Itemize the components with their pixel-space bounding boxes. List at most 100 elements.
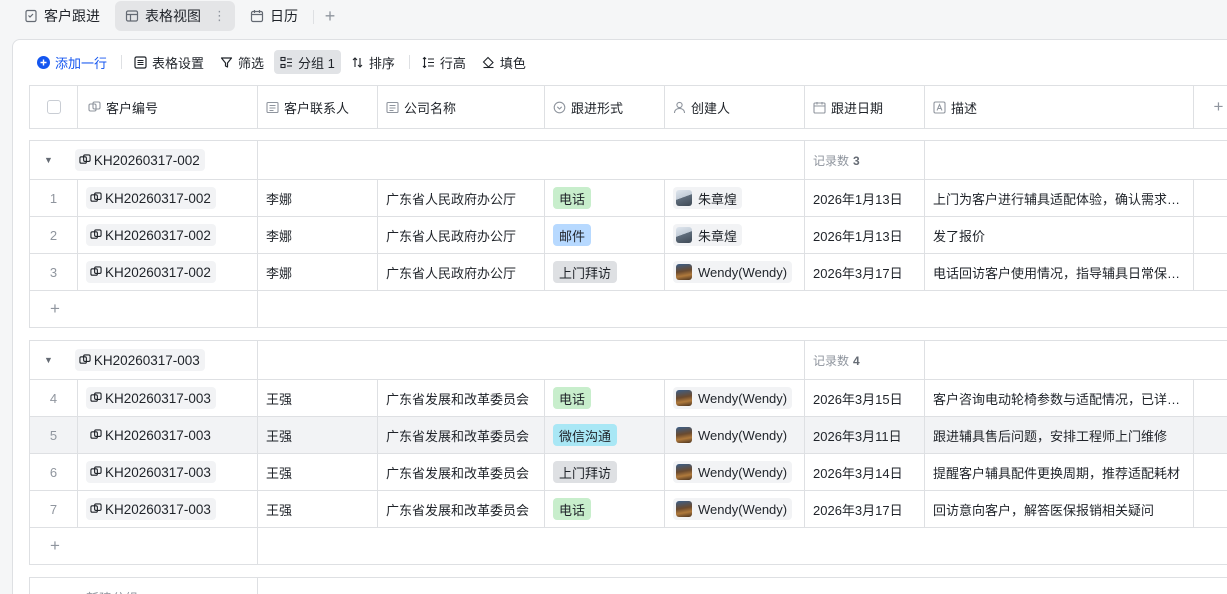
cell-company[interactable]: 广东省发展和改革委员会 — [378, 454, 545, 490]
cell-company[interactable]: 广东省发展和改革委员会 — [378, 491, 545, 527]
cell-method[interactable]: 电话 — [545, 180, 665, 216]
link-icon — [90, 192, 102, 204]
table-row[interactable]: 4 KH20260317-003 王强 广东省发展和改革委员会 电话 Wendy(Wend… — [29, 380, 1227, 417]
cell-creator[interactable]: 朱章煌 — [665, 217, 805, 253]
cell-customer-id[interactable]: KH20260317-003 — [78, 454, 258, 490]
cell-description[interactable]: 上门为客户进行辅具适配体验，确认需求… — [925, 180, 1194, 216]
column-header-method[interactable]: 跟进形式 — [545, 86, 665, 128]
group-spacer-cell — [925, 141, 1227, 179]
filter-button[interactable]: 筛选 — [214, 50, 270, 74]
cell-creator[interactable]: Wendy(Wendy) — [665, 380, 805, 416]
tab-calendar[interactable]: 日历 — [240, 1, 308, 31]
cell-creator[interactable]: Wendy(Wendy) — [665, 417, 805, 453]
cell-customer-id[interactable]: KH20260317-002 — [78, 180, 258, 216]
cell-method[interactable]: 电话 — [545, 491, 665, 527]
table-row[interactable]: 3 KH20260317-002 李娜 广东省人民政府办公厅 上门拜访 Wendy(Wen… — [29, 254, 1227, 291]
cell-date[interactable]: 2026年3月17日 — [805, 491, 925, 527]
cell-method[interactable]: 微信沟通 — [545, 417, 665, 453]
cell-customer-id[interactable]: KH20260317-003 — [78, 491, 258, 527]
cell-customer-id[interactable]: KH20260317-002 — [78, 254, 258, 290]
customer-id-chip[interactable]: KH20260317-003 — [86, 461, 216, 483]
cell-description[interactable]: 跟进辅具售后问题，安排工程师上门维修 — [925, 417, 1194, 453]
cell-company[interactable]: 广东省发展和改革委员会 — [378, 380, 545, 416]
add-view-button[interactable]: + — [320, 5, 340, 27]
select-all-checkbox[interactable] — [46, 100, 61, 114]
more-options-icon[interactable]: ⋮ — [213, 8, 226, 24]
cell-method[interactable]: 电话 — [545, 380, 665, 416]
customer-id-chip[interactable]: KH20260317-003 — [74, 349, 205, 371]
cell-contact[interactable]: 王强 — [258, 380, 378, 416]
fill-color-button[interactable]: 填色 — [476, 50, 532, 74]
cell-date[interactable]: 2026年3月11日 — [805, 417, 925, 453]
group-toggle-cell[interactable]: ▼ KH20260317-003 — [29, 341, 258, 379]
cell-contact[interactable]: 王强 — [258, 454, 378, 490]
add-record-button[interactable]: + — [29, 291, 258, 327]
customer-id-chip[interactable]: KH20260317-002 — [86, 224, 216, 246]
cell-contact[interactable]: 李娜 — [258, 180, 378, 216]
cell-date[interactable]: 2026年3月14日 — [805, 454, 925, 490]
method-tag: 上门拜访 — [553, 461, 618, 483]
cell-company[interactable]: 广东省人民政府办公厅 — [378, 217, 545, 253]
table-row[interactable]: 2 KH20260317-002 李娜 广东省人民政府办公厅 邮件 朱章煌 2026年1月1… — [29, 217, 1227, 254]
group-button[interactable]: 分组 1 — [274, 50, 341, 74]
column-header-customer-id[interactable]: 客户编号 — [78, 86, 258, 128]
group-toggle-cell[interactable]: ▼ KH20260317-002 — [29, 141, 258, 179]
add-column-button[interactable]: + — [1194, 86, 1227, 128]
column-header-description[interactable]: 描述 — [925, 86, 1194, 128]
table-row[interactable]: 1 KH20260317-002 李娜 广东省人民政府办公厅 电话 朱章煌 2026年1月1… — [29, 180, 1227, 217]
row-height-button[interactable]: 行高 — [416, 50, 472, 74]
cell-company[interactable]: 广东省人民政府办公厅 — [378, 180, 545, 216]
customer-id-chip[interactable]: KH20260317-002 — [74, 149, 205, 171]
cell-method[interactable]: 上门拜访 — [545, 254, 665, 290]
new-group-row[interactable]: 新建分组 — [29, 577, 1227, 594]
cell-contact[interactable]: 李娜 — [258, 254, 378, 290]
table-row[interactable]: 7 KH20260317-003 王强 广东省发展和改革委员会 电话 Wendy(Wend… — [29, 491, 1227, 528]
cell-method[interactable]: 邮件 — [545, 217, 665, 253]
customer-id-text: KH20260317-002 — [105, 227, 211, 243]
cell-creator[interactable]: Wendy(Wendy) — [665, 491, 805, 527]
cell-creator[interactable]: Wendy(Wendy) — [665, 254, 805, 290]
customer-id-chip[interactable]: KH20260317-003 — [86, 387, 216, 409]
table-row[interactable]: 5 KH20260317-003 王强 广东省发展和改革委员会 微信沟通 Wendy(We… — [29, 417, 1227, 454]
cell-company[interactable]: 广东省发展和改革委员会 — [378, 417, 545, 453]
tab-table-view[interactable]: 表格视图 ⋮ — [115, 1, 235, 31]
tab-customer-followup[interactable]: 客户跟进 — [14, 1, 110, 31]
cell-method[interactable]: 上门拜访 — [545, 454, 665, 490]
text-field-icon — [386, 101, 399, 114]
cell-description[interactable]: 回访意向客户，解答医保报销相关疑问 — [925, 491, 1194, 527]
cell-company[interactable]: 广东省人民政府办公厅 — [378, 254, 545, 290]
table-settings-button[interactable]: 表格设置 — [128, 50, 210, 74]
cell-description[interactable]: 客户咨询电动轮椅参数与适配情况，已详… — [925, 380, 1194, 416]
cell-description[interactable]: 提醒客户辅具配件更换周期，推荐适配耗材 — [925, 454, 1194, 490]
customer-id-chip[interactable]: KH20260317-003 — [86, 498, 216, 520]
add-row-button[interactable]: 添加一行 — [31, 50, 113, 74]
customer-id-chip[interactable]: KH20260317-002 — [86, 261, 216, 283]
column-header-contact[interactable]: 客户联系人 — [258, 86, 378, 128]
chevron-down-icon[interactable]: ▼ — [44, 355, 53, 365]
cell-customer-id[interactable]: KH20260317-002 — [78, 217, 258, 253]
record-count-text: 记录数 4 — [813, 352, 860, 369]
column-header-company[interactable]: 公司名称 — [378, 86, 545, 128]
cell-customer-id[interactable]: KH20260317-003 — [78, 380, 258, 416]
column-header-date[interactable]: 跟进日期 — [805, 86, 925, 128]
cell-contact[interactable]: 王强 — [258, 491, 378, 527]
new-group-cell[interactable]: 新建分组 — [29, 578, 258, 594]
cell-contact[interactable]: 王强 — [258, 417, 378, 453]
cell-date[interactable]: 2026年3月17日 — [805, 254, 925, 290]
customer-id-chip[interactable]: KH20260317-002 — [86, 187, 216, 209]
cell-contact[interactable]: 李娜 — [258, 217, 378, 253]
cell-customer-id[interactable]: KH20260317-003 — [78, 417, 258, 453]
cell-date[interactable]: 2026年3月15日 — [805, 380, 925, 416]
cell-date[interactable]: 2026年1月13日 — [805, 180, 925, 216]
cell-date[interactable]: 2026年1月13日 — [805, 217, 925, 253]
sort-button[interactable]: 排序 — [345, 50, 401, 74]
cell-description[interactable]: 发了报价 — [925, 217, 1194, 253]
cell-description[interactable]: 电话回访客户使用情况，指导辅具日常保… — [925, 254, 1194, 290]
cell-creator[interactable]: 朱章煌 — [665, 180, 805, 216]
column-header-creator[interactable]: 创建人 — [665, 86, 805, 128]
table-row[interactable]: 6 KH20260317-003 王强 广东省发展和改革委员会 上门拜访 Wendy(We… — [29, 454, 1227, 491]
cell-creator[interactable]: Wendy(Wendy) — [665, 454, 805, 490]
customer-id-chip[interactable]: KH20260317-003 — [86, 424, 216, 446]
chevron-down-icon[interactable]: ▼ — [44, 155, 53, 165]
add-record-button[interactable]: + — [29, 528, 258, 564]
